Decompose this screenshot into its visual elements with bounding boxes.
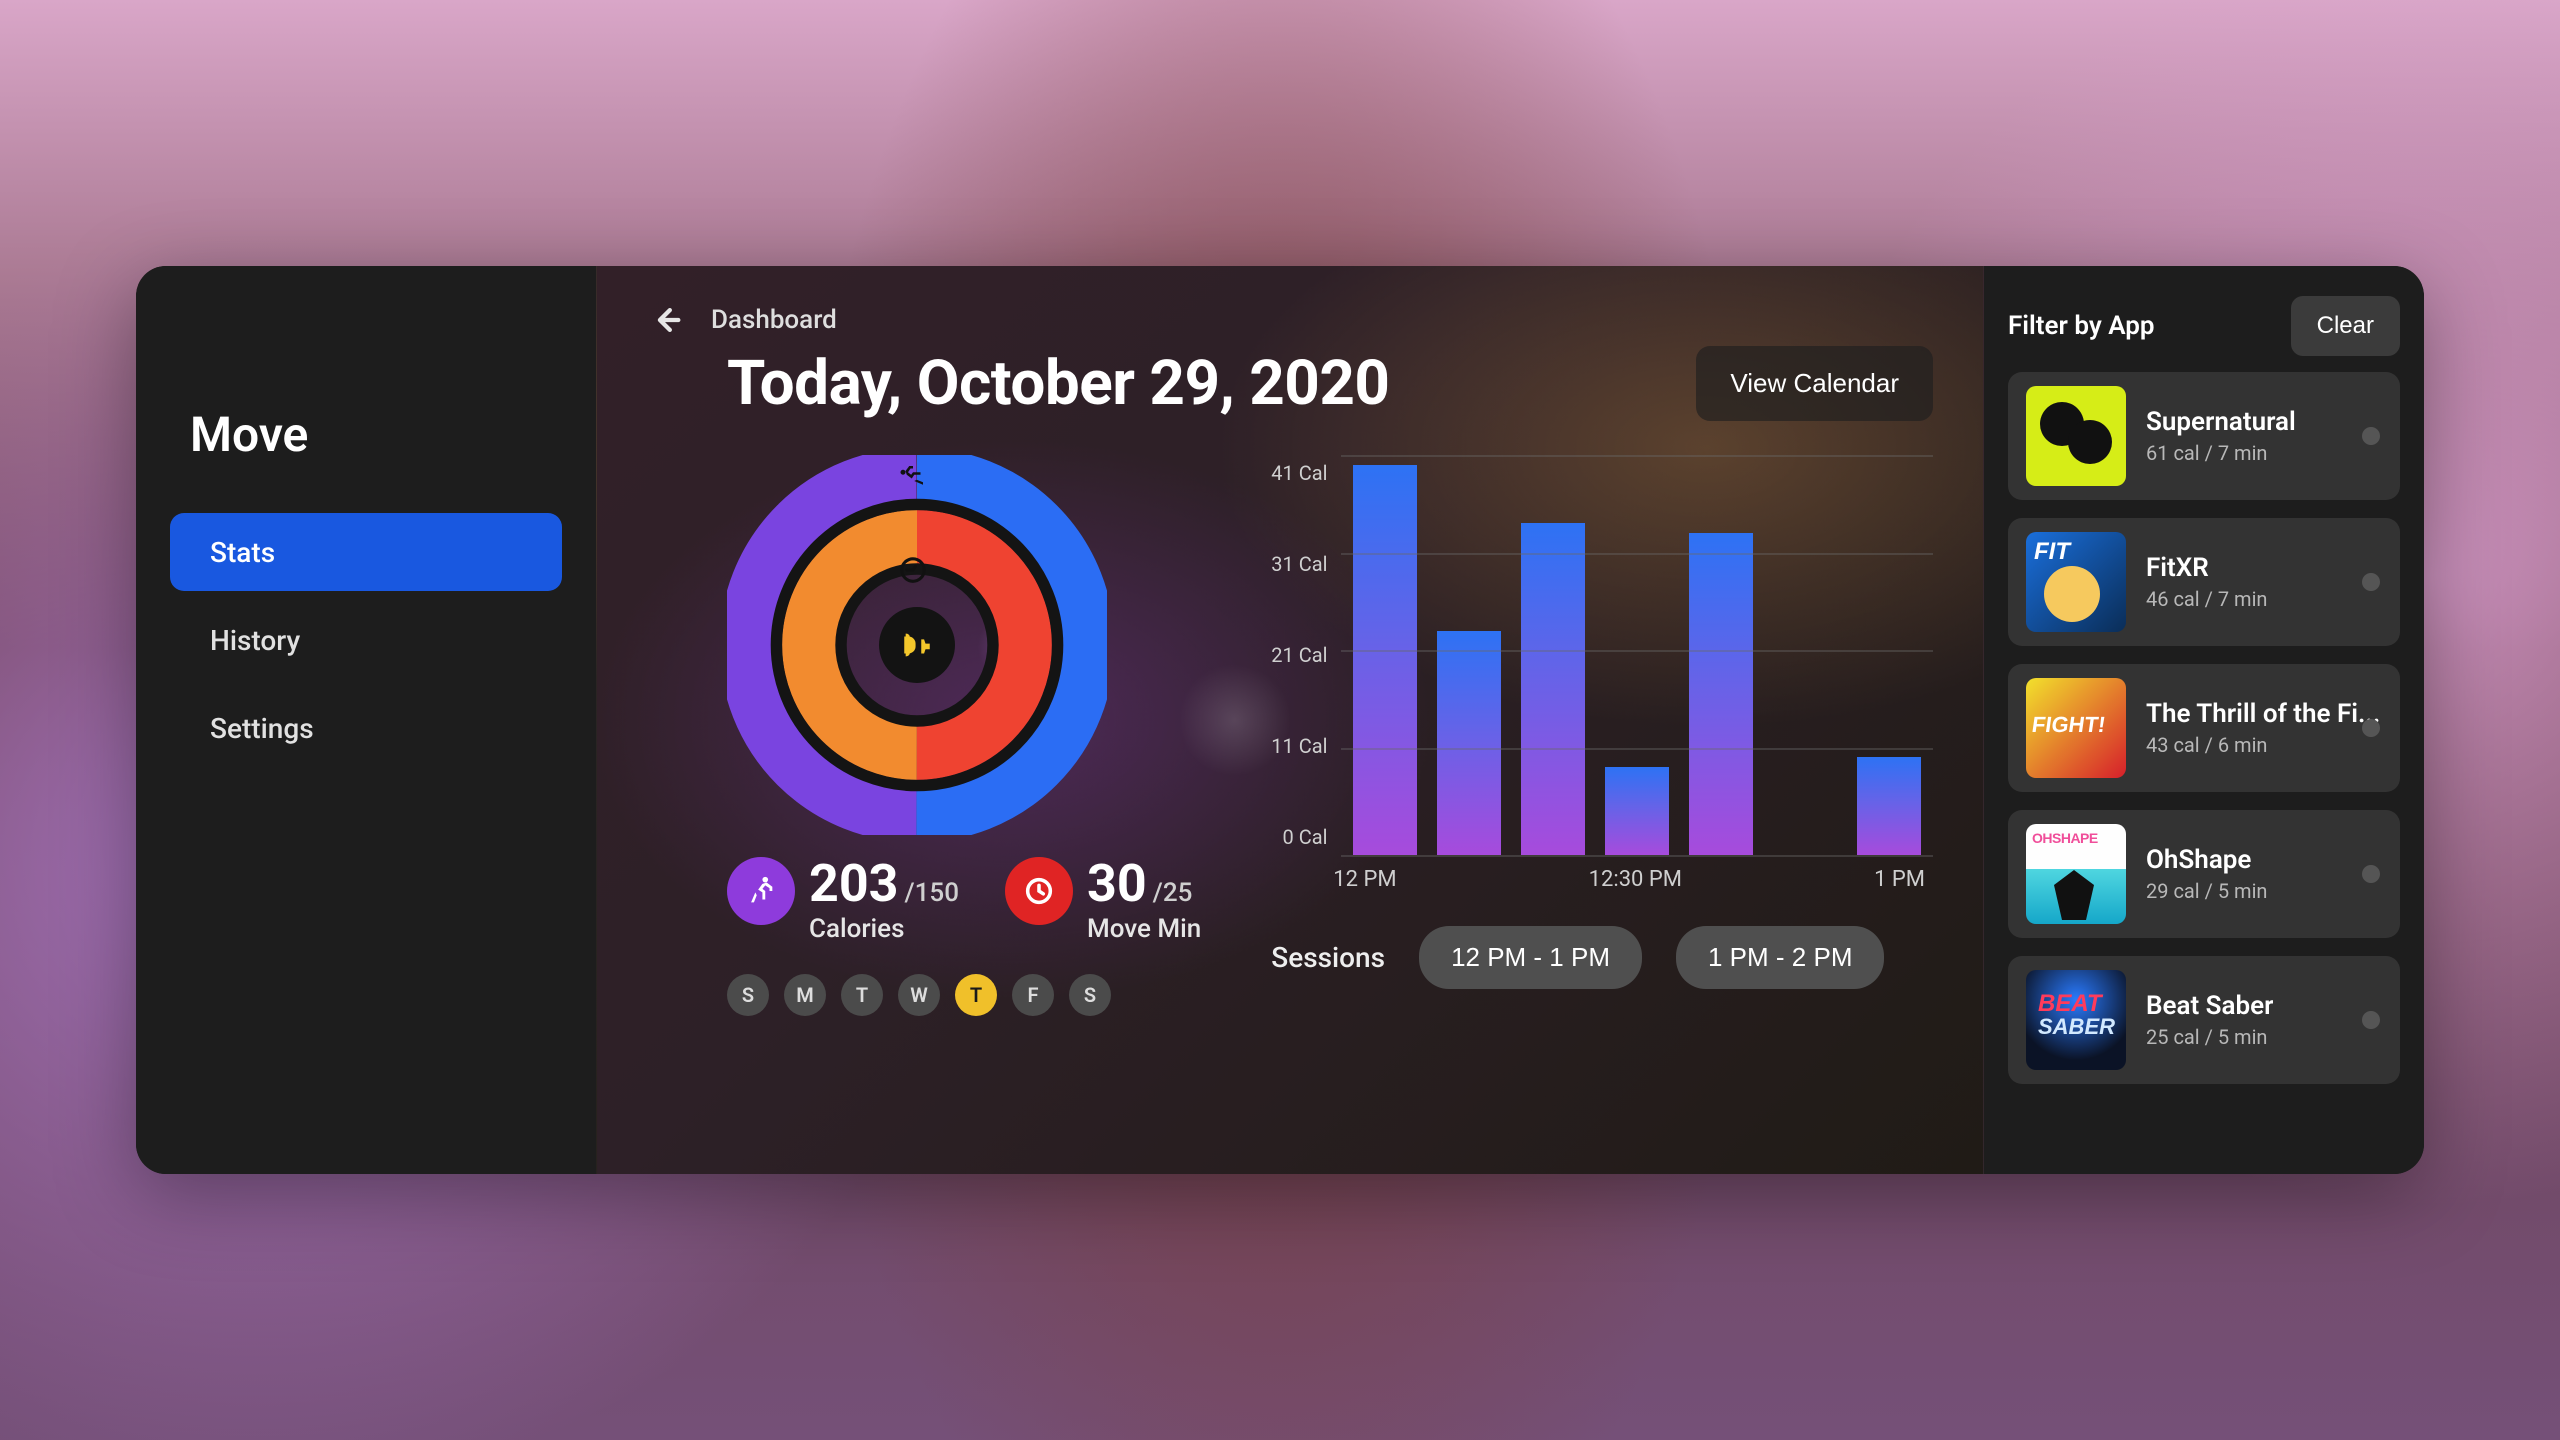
sessions-row: Sessions 12 PM - 1 PM 1 PM - 2 PM xyxy=(1271,926,1933,989)
movemin-stat: 30 /25 Move Min xyxy=(1005,853,1201,944)
sidebar-title: Move xyxy=(190,406,562,463)
chart-bar xyxy=(1605,767,1669,855)
chart-ytick: 31 Cal xyxy=(1271,552,1327,576)
calories-value: 203 xyxy=(809,853,899,914)
app-thumbnail xyxy=(2026,824,2126,924)
calories-stat: 203 /150 Calories xyxy=(727,853,959,944)
clock-icon xyxy=(1005,857,1073,925)
chart-ytick: 21 Cal xyxy=(1271,643,1327,667)
app-substat: 61 cal / 7 min xyxy=(2146,441,2296,465)
trophy-icon xyxy=(879,607,955,683)
app-filter-item[interactable]: Supernatural 61 cal / 7 min xyxy=(2008,372,2400,500)
app-thumbnail xyxy=(2026,386,2126,486)
sessions-bar-chart xyxy=(1341,455,1933,855)
chart-ytick: 11 Cal xyxy=(1271,734,1327,758)
stats-row: 203 /150 Calories 30 xyxy=(727,853,1201,944)
app-name: Supernatural xyxy=(2146,407,2296,437)
status-dot-icon xyxy=(2362,719,2380,737)
session-chip-2[interactable]: 1 PM - 2 PM xyxy=(1676,926,1884,989)
chart-ytick: 41 Cal xyxy=(1271,461,1327,485)
app-thumbnail xyxy=(2026,532,2126,632)
weekday-chip[interactable]: S xyxy=(727,974,769,1016)
weekday-chip[interactable]: T xyxy=(841,974,883,1016)
session-chip-1[interactable]: 12 PM - 1 PM xyxy=(1419,926,1642,989)
status-dot-icon xyxy=(2362,865,2380,883)
page-title: Today, October 29, 2020 xyxy=(727,347,1390,420)
filter-panel: Filter by App Clear Supernatural 61 cal /… xyxy=(1984,266,2424,1174)
chart-bar xyxy=(1437,631,1501,855)
clear-filter-button[interactable]: Clear xyxy=(2291,296,2400,356)
status-dot-icon xyxy=(2362,573,2380,591)
weekday-chip[interactable]: W xyxy=(898,974,940,1016)
weekday-chip[interactable]: M xyxy=(784,974,826,1016)
sessions-chart-block: 41 Cal 31 Cal 21 Cal 11 Cal 0 Cal 12 PM 12:30… xyxy=(1271,455,1933,989)
app-filter-list: Supernatural 61 cal / 7 min FitXR 46 cal / … xyxy=(2008,372,2400,1084)
app-filter-item[interactable]: The Thrill of the Fi... 43 cal / 6 min xyxy=(2008,664,2400,792)
chart-y-labels: 41 Cal 31 Cal 21 Cal 11 Cal 0 Cal xyxy=(1271,455,1327,855)
chart-xtick: 12:30 PM xyxy=(1589,867,1682,892)
weekday-chip[interactable]: F xyxy=(1012,974,1054,1016)
activity-rings-block: 203 /150 Calories 30 xyxy=(727,455,1201,1016)
app-name: OhShape xyxy=(2146,845,2267,875)
main-content: Dashboard Today, October 29, 2020 View C… xyxy=(596,266,1984,1174)
calories-goal: /150 xyxy=(905,878,959,908)
sidebar-item-stats[interactable]: Stats xyxy=(170,513,562,591)
calories-label: Calories xyxy=(809,914,959,944)
breadcrumb: Dashboard xyxy=(711,305,837,335)
app-filter-item[interactable]: Beat Saber 25 cal / 5 min xyxy=(2008,956,2400,1084)
move-dashboard-panel: Move Stats History Settings Dashboard To… xyxy=(136,266,2424,1174)
filter-title: Filter by App xyxy=(2008,311,2155,341)
app-thumbnail xyxy=(2026,970,2126,1070)
weekday-chips: SMTWTFS xyxy=(727,974,1111,1016)
movemin-goal: /25 xyxy=(1153,878,1193,908)
weekday-chip[interactable]: S xyxy=(1069,974,1111,1016)
sidebar-item-settings[interactable]: Settings xyxy=(170,689,562,767)
app-filter-item[interactable]: FitXR 46 cal / 7 min xyxy=(2008,518,2400,646)
activity-rings xyxy=(727,455,1107,835)
chart-x-labels: 12 PM 12:30 PM 1 PM xyxy=(1271,855,1933,892)
app-name: Beat Saber xyxy=(2146,991,2273,1021)
chart-bar xyxy=(1521,523,1585,855)
app-substat: 29 cal / 5 min xyxy=(2146,879,2267,903)
status-dot-icon xyxy=(2362,1011,2380,1029)
app-name: FitXR xyxy=(2146,553,2267,583)
chart-ytick: 0 Cal xyxy=(1271,825,1327,849)
chart-xtick: 12 PM xyxy=(1333,867,1396,892)
app-thumbnail xyxy=(2026,678,2126,778)
run-icon xyxy=(727,857,795,925)
app-substat: 46 cal / 7 min xyxy=(2146,587,2267,611)
view-calendar-button[interactable]: View Calendar xyxy=(1696,346,1933,421)
movemin-value: 30 xyxy=(1087,853,1147,914)
status-dot-icon xyxy=(2362,427,2380,445)
app-substat: 25 cal / 5 min xyxy=(2146,1025,2273,1049)
run-icon xyxy=(898,461,928,491)
chart-bar xyxy=(1353,465,1417,855)
back-arrow-icon[interactable] xyxy=(647,300,687,340)
sidebar: Move Stats History Settings xyxy=(136,266,596,1174)
chart-bar xyxy=(1689,533,1753,855)
sidebar-item-history[interactable]: History xyxy=(170,601,562,679)
app-name: The Thrill of the Fi... xyxy=(2146,699,2380,729)
chart-bar xyxy=(1857,757,1921,855)
chart-xtick: 1 PM xyxy=(1874,867,1925,892)
clock-icon xyxy=(898,555,928,585)
movemin-label: Move Min xyxy=(1087,914,1201,944)
app-substat: 43 cal / 6 min xyxy=(2146,733,2380,757)
weekday-chip[interactable]: T xyxy=(955,974,997,1016)
sessions-label: Sessions xyxy=(1271,941,1385,974)
app-filter-item[interactable]: OhShape 29 cal / 5 min xyxy=(2008,810,2400,938)
